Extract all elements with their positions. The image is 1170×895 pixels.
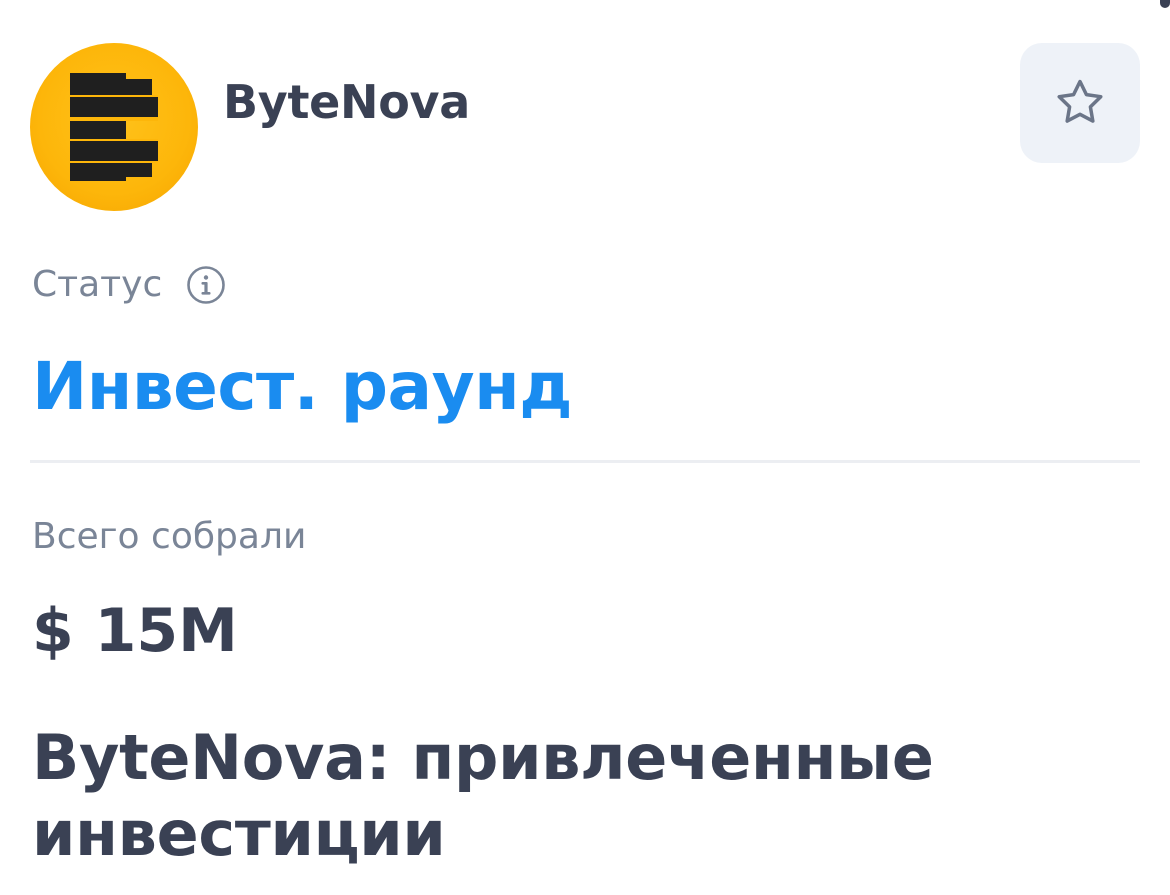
project-page: ByteNova Статус Инвест. раунд Всего собр… xyxy=(0,0,1170,895)
status-label: Статус xyxy=(32,264,163,305)
bytenova-logo-icon xyxy=(30,43,198,211)
info-icon[interactable] xyxy=(186,265,226,305)
section-heading: ByteNova: привлеченные инвестиции xyxy=(32,721,934,870)
scroll-indicator xyxy=(1160,0,1170,8)
divider xyxy=(30,460,1140,463)
project-name: ByteNova xyxy=(223,75,470,129)
status-value: Инвест. раунд xyxy=(32,348,573,425)
favorite-button[interactable] xyxy=(1020,43,1140,163)
project-header: ByteNova xyxy=(30,43,1140,211)
total-raised-value: $ 15M xyxy=(32,596,238,666)
status-label-row: Статус xyxy=(32,264,226,305)
star-outline-icon xyxy=(1057,79,1103,123)
total-raised-label: Всего собрали xyxy=(32,516,307,557)
